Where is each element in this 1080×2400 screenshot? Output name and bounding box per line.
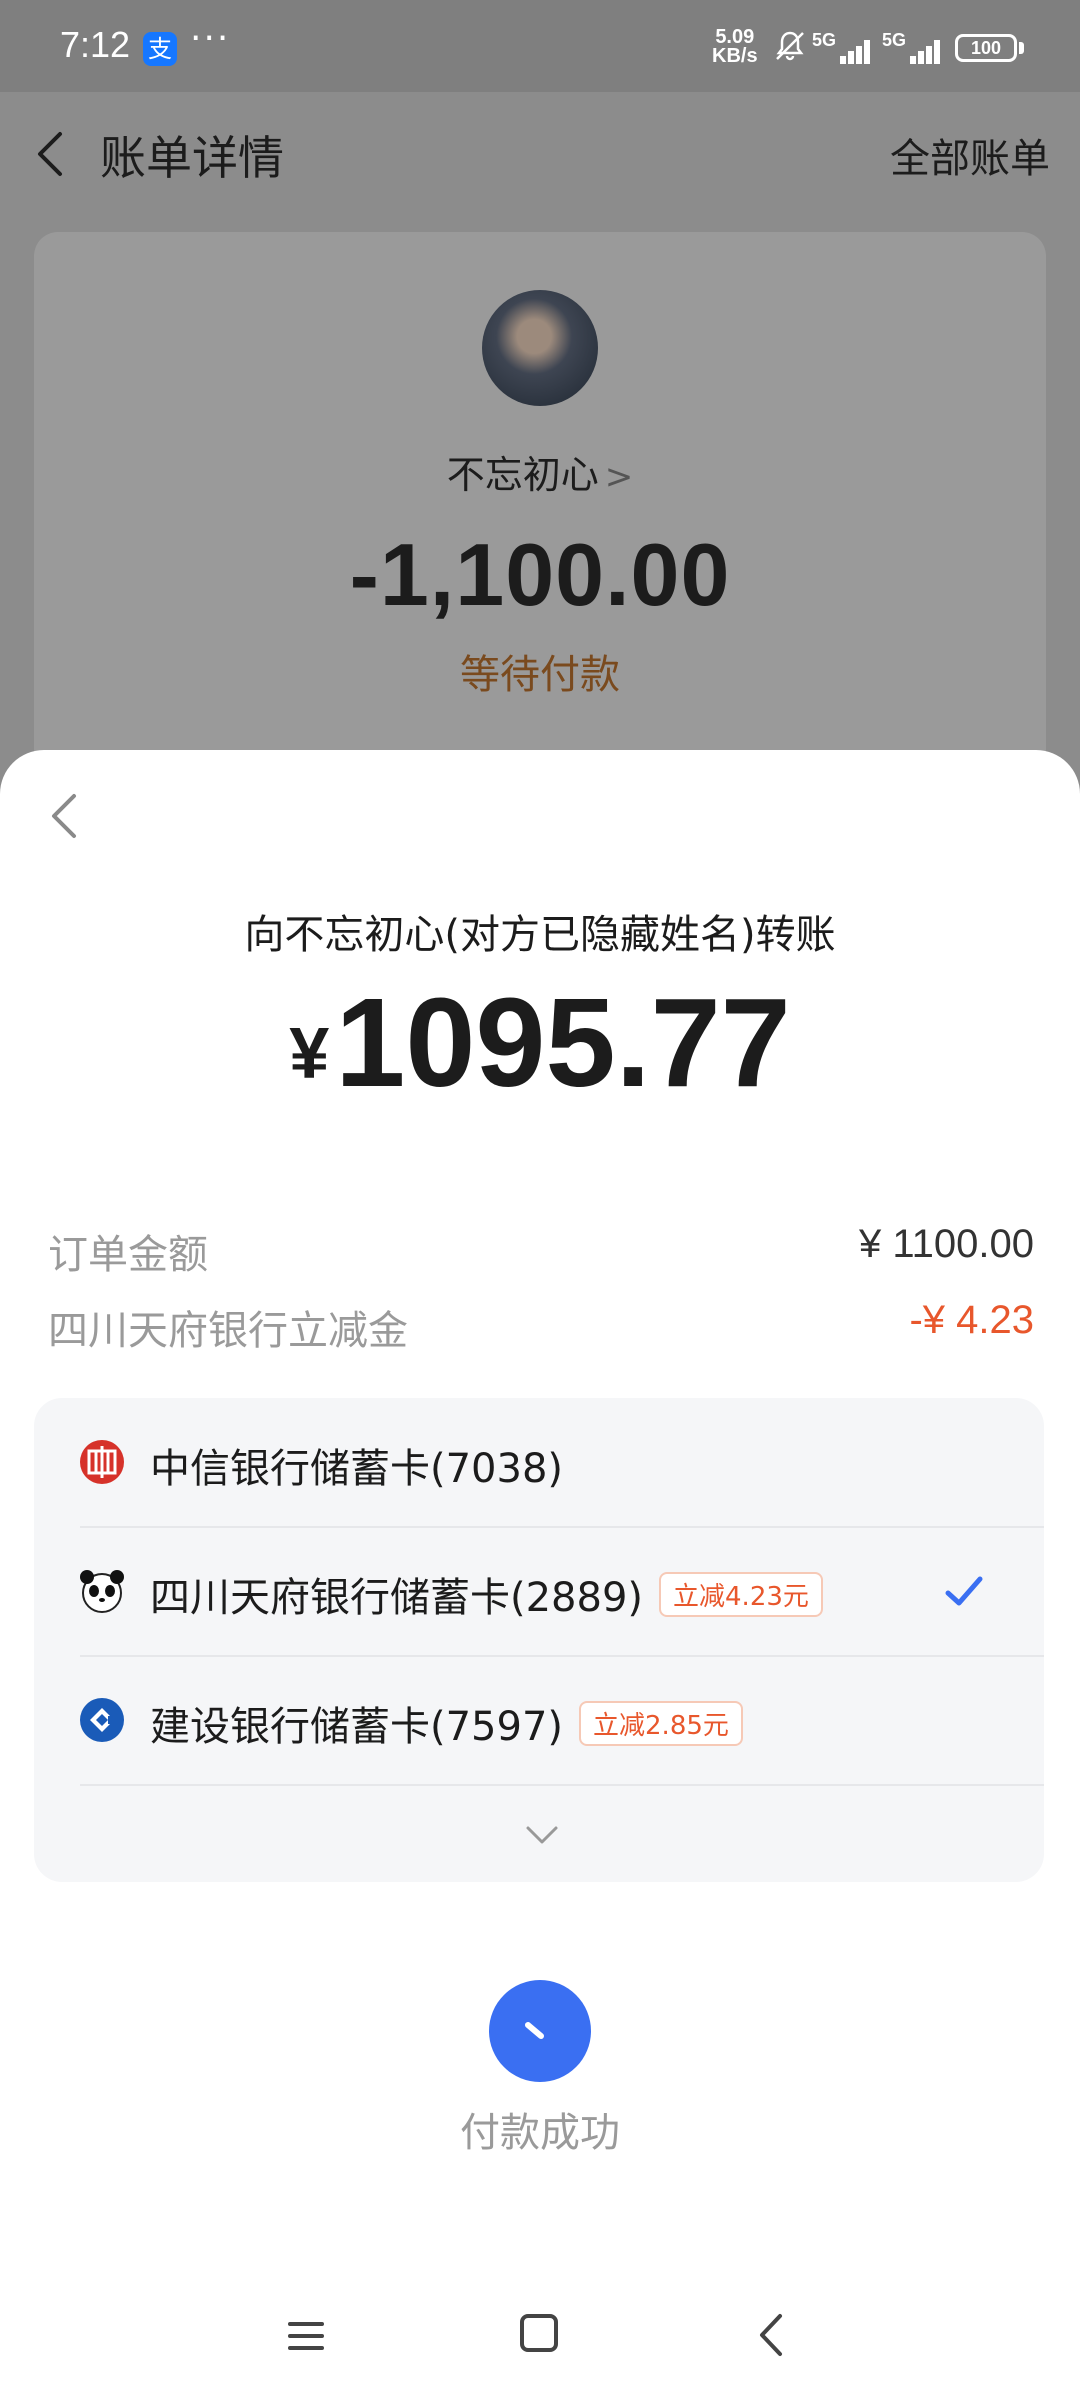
citic-bank-icon [80, 1440, 124, 1484]
battery-tip [1019, 42, 1024, 54]
payment-status: 付款成功 [460, 2110, 620, 2156]
chevron-down-icon[interactable] [522, 1824, 562, 1848]
transfer-title: 向不忘初心(对方已隐藏姓名)转账 [244, 912, 836, 958]
more-notifications-icon: ··· [190, 18, 231, 59]
discount-label: 四川天府银行立减金 [48, 1308, 408, 1354]
alipay-notification-icon: 支 [143, 32, 177, 66]
bank-option-ccb[interactable]: 建设银行储蓄卡(7597) 立减2.85元 [34, 1656, 1044, 1784]
bill-status: 等待付款 [460, 652, 620, 698]
avatar[interactable] [482, 290, 598, 406]
signal-icon-sim2: 5G [882, 30, 944, 64]
bill-header: 账单详情 全部账单 [0, 92, 1080, 212]
bill-amount: -1,100.00 [349, 525, 731, 624]
discount-value: -¥ 4.23 [909, 1298, 1034, 1342]
payee-name[interactable]: 不忘初心 > [34, 444, 1046, 499]
bank-name: 中信银行储蓄卡(7038) [150, 1446, 564, 1492]
sheet-back-icon[interactable] [44, 786, 84, 846]
network-speed: 5.09 KB/s [712, 26, 758, 67]
recent-apps-icon[interactable] [286, 2316, 326, 2356]
order-amount-row: 订单金额 ¥ 1100.00 [48, 1222, 1034, 1282]
chevron-right-icon: > [604, 457, 634, 497]
bank-name: 四川天府银行储蓄卡(2889) 立减4.23元 [150, 1565, 823, 1623]
home-icon[interactable] [520, 2314, 558, 2352]
payment-spinner-icon [489, 1980, 591, 2082]
panda-bank-icon [80, 1570, 124, 1613]
bank-option-tianfu[interactable]: 四川天府银行储蓄卡(2889) 立减4.23元 [34, 1527, 1044, 1655]
bank-option-citic[interactable]: 中信银行储蓄卡(7038) [34, 1398, 1044, 1526]
status-time: 7:12 [60, 24, 131, 65]
system-nav-bar [0, 2270, 1080, 2400]
nav-back-icon[interactable] [756, 2310, 786, 2360]
check-icon [945, 1576, 983, 1606]
mute-bell-icon [776, 31, 804, 61]
payment-amount: ¥1095.77 [0, 970, 1080, 1115]
currency-symbol: ¥ [289, 1014, 330, 1094]
amount-value: 1095.77 [335, 972, 791, 1113]
discount-tag: 立减4.23元 [659, 1572, 823, 1617]
status-bar: 7:12 支 ··· 5.09 KB/s 5G 5G 100 [0, 0, 1080, 92]
back-icon[interactable] [30, 124, 70, 184]
page-title: 账单详情 [100, 131, 284, 185]
battery-icon: 100 [955, 34, 1017, 62]
signal-icon-sim1: 5G [812, 30, 874, 64]
payment-method-list: 中信银行储蓄卡(7038) 四川天府银行储蓄卡(2889) 立减4.23元 建设… [34, 1398, 1044, 1882]
bill-summary-card: 不忘初心 > -1,100.00 等待付款 [34, 232, 1046, 792]
all-bills-link[interactable]: 全部账单 [890, 126, 1050, 184]
bank-name: 建设银行储蓄卡(7597) 立减2.85元 [150, 1694, 743, 1752]
order-amount-value: ¥ 1100.00 [859, 1222, 1034, 1266]
order-amount-label: 订单金额 [48, 1232, 208, 1278]
discount-row: 四川天府银行立减金 -¥ 4.23 [48, 1298, 1034, 1358]
divider [80, 1784, 1044, 1786]
ccb-bank-icon [80, 1698, 124, 1742]
payment-sheet: 向不忘初心(对方已隐藏姓名)转账 ¥1095.77 订单金额 ¥ 1100.00… [0, 750, 1080, 2400]
discount-tag: 立减2.85元 [579, 1701, 743, 1746]
